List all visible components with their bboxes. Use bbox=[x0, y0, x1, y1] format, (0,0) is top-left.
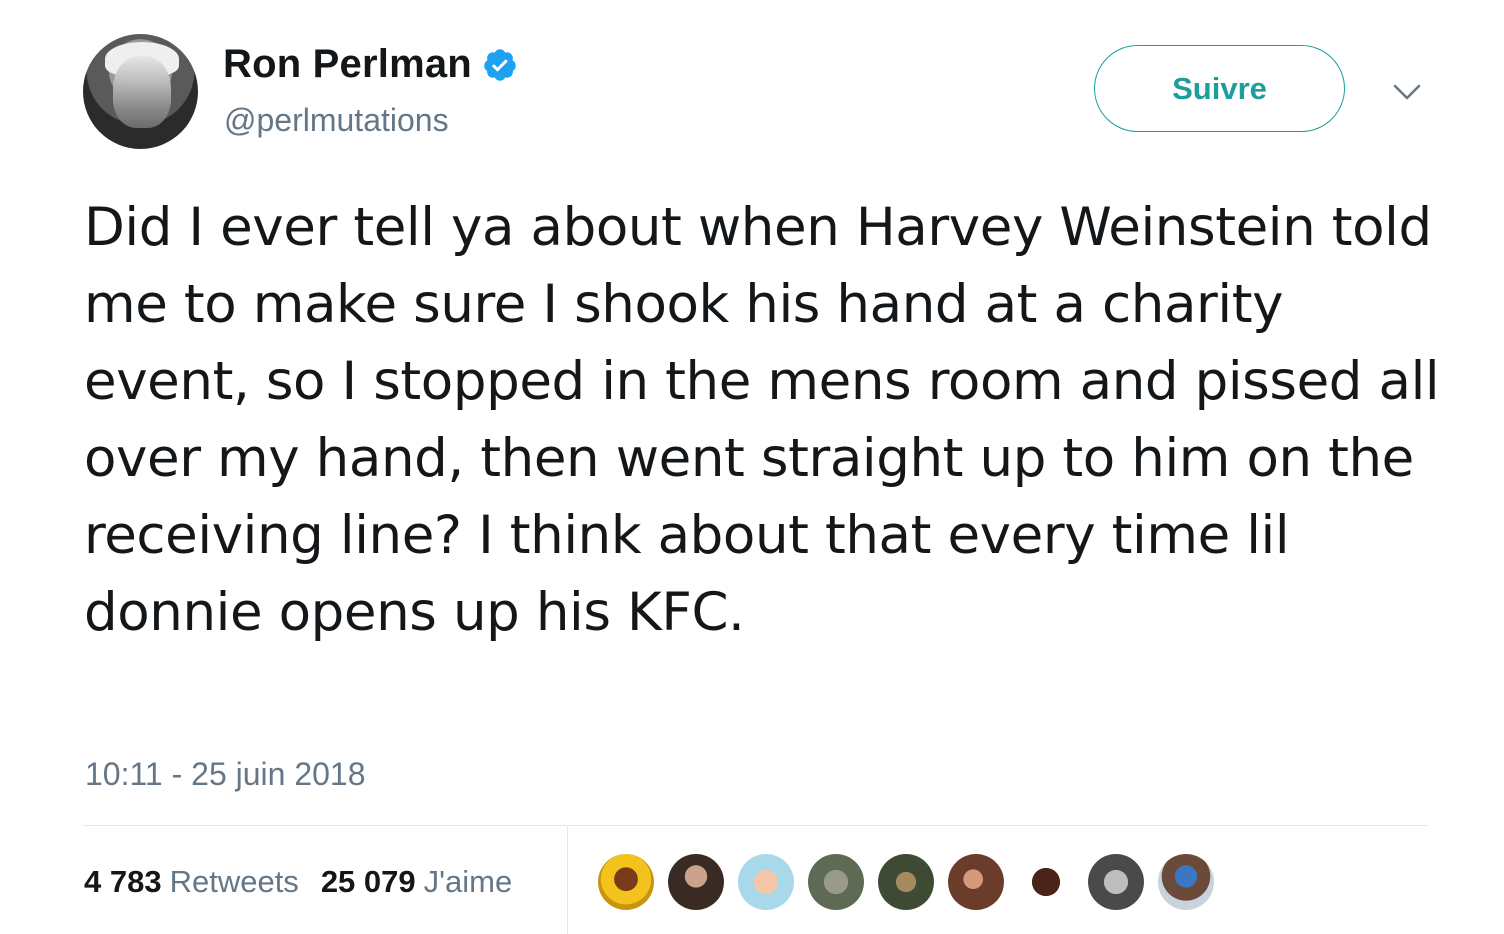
liker-avatar[interactable] bbox=[948, 854, 1004, 910]
likes-stat[interactable]: 25 079 J'aime bbox=[321, 864, 512, 900]
author-avatar[interactable] bbox=[83, 34, 198, 149]
liker-avatar[interactable] bbox=[1018, 854, 1074, 910]
chevron-down-icon[interactable] bbox=[1391, 80, 1423, 104]
likes-label: J'aime bbox=[423, 864, 513, 899]
tweet-timestamp[interactable]: 10:11 - 25 juin 2018 bbox=[85, 756, 366, 793]
retweets-label: Retweets bbox=[169, 864, 299, 899]
liker-avatar[interactable] bbox=[878, 854, 934, 910]
liker-avatar[interactable] bbox=[598, 854, 654, 910]
likes-count: 25 079 bbox=[320, 864, 416, 899]
stats-divider bbox=[567, 826, 568, 934]
liker-avatar[interactable] bbox=[808, 854, 864, 910]
tweet-stats: 4 783 Retweets 25 079 J'aime bbox=[84, 864, 512, 900]
liker-avatar[interactable] bbox=[1158, 854, 1214, 910]
liker-avatar[interactable] bbox=[738, 854, 794, 910]
liker-avatar[interactable] bbox=[668, 854, 724, 910]
avatar-face bbox=[113, 56, 171, 128]
divider bbox=[83, 825, 1428, 826]
liker-avatar[interactable] bbox=[1088, 854, 1144, 910]
likers-avatars bbox=[598, 854, 1214, 910]
follow-button[interactable]: Suivre bbox=[1094, 45, 1345, 132]
verified-badge-icon bbox=[484, 48, 516, 81]
retweets-count: 4 783 bbox=[84, 864, 162, 899]
tweet-text: Did I ever tell ya about when Harvey Wei… bbox=[84, 197, 1440, 643]
retweets-stat[interactable]: 4 783 Retweets bbox=[84, 864, 299, 900]
author-handle[interactable]: @perlmutations bbox=[224, 102, 449, 139]
author-name-row: Ron Perlman bbox=[223, 42, 518, 87]
tweet-card: Ron Perlman @perlmutations Suivre Did I … bbox=[0, 0, 1504, 934]
author-display-name[interactable]: Ron Perlman bbox=[223, 42, 472, 87]
